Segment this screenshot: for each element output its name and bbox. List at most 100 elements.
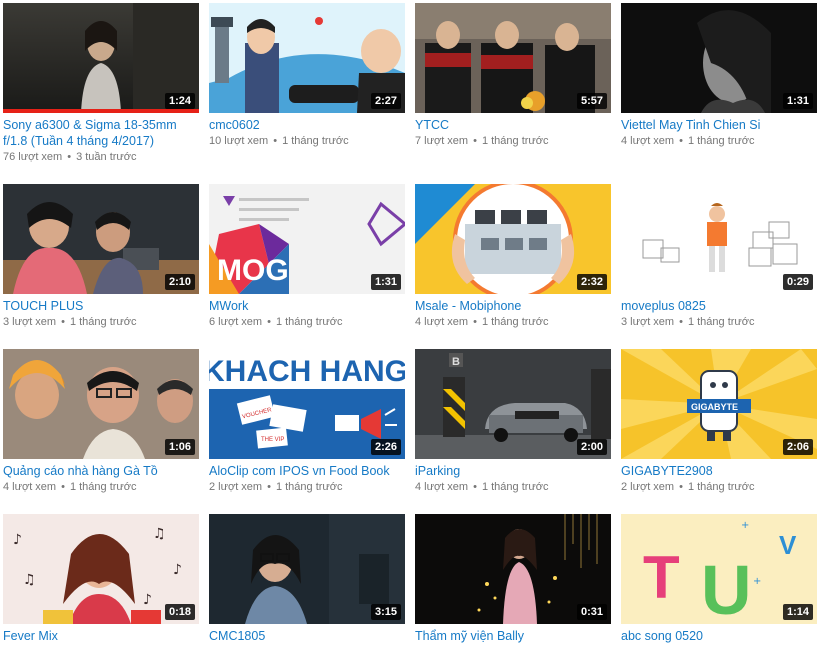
video-duration: 2:26 [370, 439, 401, 455]
video-card: 1:06 Quảng cáo nhà hàng Gà Tồ 4 lượt xem… [3, 349, 199, 509]
video-duration: 0:31 [576, 604, 607, 620]
video-thumbnail[interactable]: 1:06 [3, 349, 199, 459]
video-card: 5:57 YTCC 7 lượt xem • 1 tháng trước [415, 3, 611, 163]
video-duration: 3:15 [370, 604, 401, 620]
upload-age: 1 tháng trước [69, 316, 137, 328]
video-duration: 0:29 [782, 274, 813, 290]
upload-age: 1 tháng trước [687, 135, 755, 147]
meta-separator: • [679, 316, 683, 328]
video-duration: 2:00 [576, 439, 607, 455]
video-thumbnail[interactable]: 2:32 [415, 184, 611, 294]
thumb-mog-text: MOG [217, 254, 289, 287]
video-title[interactable]: AloClip com IPOS vn Food Book [209, 463, 405, 479]
svg-text:♪: ♪ [13, 532, 22, 548]
video-title[interactable]: GIGABYTE2908 [621, 463, 817, 479]
video-card: MOG 1:31 MWork 6 lượt xem • 1 tháng trước [209, 184, 405, 344]
video-row-1: 1:24 Sony a6300 & Sigma 18-35mm f/1.8 (T… [3, 3, 821, 163]
svg-text:+: + [753, 576, 761, 587]
view-count: 2 lượt xem [621, 481, 675, 493]
video-thumbnail[interactable]: T U V + + 1:14 [621, 514, 817, 624]
video-title[interactable]: Msale - Mobiphone [415, 298, 611, 314]
video-card: T U V + + 1:14 abc song 0520 [621, 514, 817, 647]
view-count: 2 lượt xem [209, 481, 263, 493]
meta-separator: • [61, 316, 65, 328]
video-thumbnail[interactable]: KHACH HANG VOUCHER THE VIP 2:26 [209, 349, 405, 459]
meta-separator: • [679, 135, 683, 147]
upload-age: 1 tháng trước [481, 135, 549, 147]
video-title[interactable]: Viettel May Tinh Chien Si [621, 117, 817, 133]
video-thumbnail[interactable]: 0:29 [621, 184, 817, 294]
video-meta: 3 lượt xem • 1 tháng trước [3, 315, 137, 329]
video-duration: 1:06 [164, 439, 195, 455]
view-count: 76 lượt xem [3, 151, 63, 163]
video-card: 3:15 CMC1805 [209, 514, 405, 647]
video-thumbnail[interactable]: 0:31 [415, 514, 611, 624]
video-meta: 10 lượt xem • 1 tháng trước [209, 134, 349, 148]
video-thumbnail[interactable]: MOG 1:31 [209, 184, 405, 294]
video-duration: 2:10 [164, 274, 195, 290]
video-meta: 3 lượt xem • 1 tháng trước [621, 315, 755, 329]
watch-progress-bar [3, 109, 199, 113]
video-title[interactable]: CMC1805 [209, 628, 405, 644]
video-title[interactable]: Sony a6300 & Sigma 18-35mm f/1.8 (Tuần 4… [3, 117, 199, 149]
meta-separator: • [267, 481, 271, 493]
video-thumbnail[interactable]: 2:10 [3, 184, 199, 294]
upload-age: 1 tháng trước [481, 481, 549, 493]
video-thumbnail[interactable]: 1:31 [621, 3, 817, 113]
video-title[interactable]: Thẩm mỹ viện Bally [415, 628, 611, 644]
video-thumbnail[interactable]: 1:24 [3, 3, 199, 113]
meta-separator: • [473, 135, 477, 147]
video-card: B 2:00 iParking 4 lượt xem • 1 tháng trước [415, 349, 611, 509]
video-meta: 76 lượt xem • 3 tuần trước [3, 150, 137, 164]
view-count: 4 lượt xem [3, 481, 57, 493]
upload-age: 1 tháng trước [481, 316, 549, 328]
upload-age: 1 tháng trước [69, 481, 137, 493]
video-duration: 1:24 [164, 93, 195, 109]
thumb-u-letter: U [701, 551, 752, 624]
video-meta: 4 lượt xem • 1 tháng trước [415, 480, 549, 494]
svg-text:♫: ♫ [23, 572, 36, 588]
video-duration: 2:32 [576, 274, 607, 290]
video-card: 1:24 Sony a6300 & Sigma 18-35mm f/1.8 (T… [3, 3, 199, 163]
video-thumbnail[interactable]: 3:15 [209, 514, 405, 624]
video-row-3: 1:06 Quảng cáo nhà hàng Gà Tồ 4 lượt xem… [3, 349, 821, 509]
thumb-the-vip-text: THE VIP [261, 437, 284, 443]
video-thumbnail[interactable]: 5:57 [415, 3, 611, 113]
meta-separator: • [679, 481, 683, 493]
video-thumbnail[interactable]: 2:27 [209, 3, 405, 113]
meta-separator: • [67, 151, 72, 163]
video-title[interactable]: abc song 0520 [621, 628, 817, 644]
video-title[interactable]: TOUCH PLUS [3, 298, 199, 314]
video-card: 0:31 Thẩm mỹ viện Bally [415, 514, 611, 647]
upload-age: 1 tháng trước [275, 316, 343, 328]
view-count: 4 lượt xem [621, 135, 675, 147]
video-duration: 1:14 [782, 604, 813, 620]
video-title[interactable]: MWork [209, 298, 405, 314]
video-thumbnail[interactable]: GIGABYTE 2:06 [621, 349, 817, 459]
meta-separator: • [273, 135, 278, 147]
upload-age: 1 tháng trước [687, 316, 755, 328]
video-duration: 1:31 [370, 274, 401, 290]
svg-text:♪: ♪ [143, 592, 152, 608]
video-duration: 2:27 [370, 93, 401, 109]
video-meta: 2 lượt xem • 1 tháng trước [209, 480, 343, 494]
video-title[interactable]: Quảng cáo nhà hàng Gà Tồ [3, 463, 199, 479]
video-meta: 4 lượt xem • 1 tháng trước [415, 315, 549, 329]
video-title[interactable]: cmc0602 [209, 117, 405, 133]
video-thumbnail[interactable]: ♪ ♫ ♪ ♫ ♪ 0:18 [3, 514, 199, 624]
video-card: 1:31 Viettel May Tinh Chien Si 4 lượt xe… [621, 3, 817, 163]
video-duration: 1:31 [782, 93, 813, 109]
upload-age: 1 tháng trước [687, 481, 755, 493]
video-thumbnail[interactable]: B 2:00 [415, 349, 611, 459]
thumb-b-text: B [452, 356, 460, 368]
video-duration: 2:06 [782, 439, 813, 455]
svg-text:♪: ♪ [173, 562, 182, 578]
video-title[interactable]: iParking [415, 463, 611, 479]
view-count: 3 lượt xem [621, 316, 675, 328]
video-title[interactable]: Fever Mix [3, 628, 199, 644]
svg-text:♫: ♫ [153, 526, 166, 542]
video-title[interactable]: moveplus 0825 [621, 298, 817, 314]
video-title[interactable]: YTCC [415, 117, 611, 133]
video-row-2: 2:10 TOUCH PLUS 3 lượt xem • 1 tháng trước [3, 184, 821, 344]
thumb-t-letter: T [643, 544, 680, 611]
